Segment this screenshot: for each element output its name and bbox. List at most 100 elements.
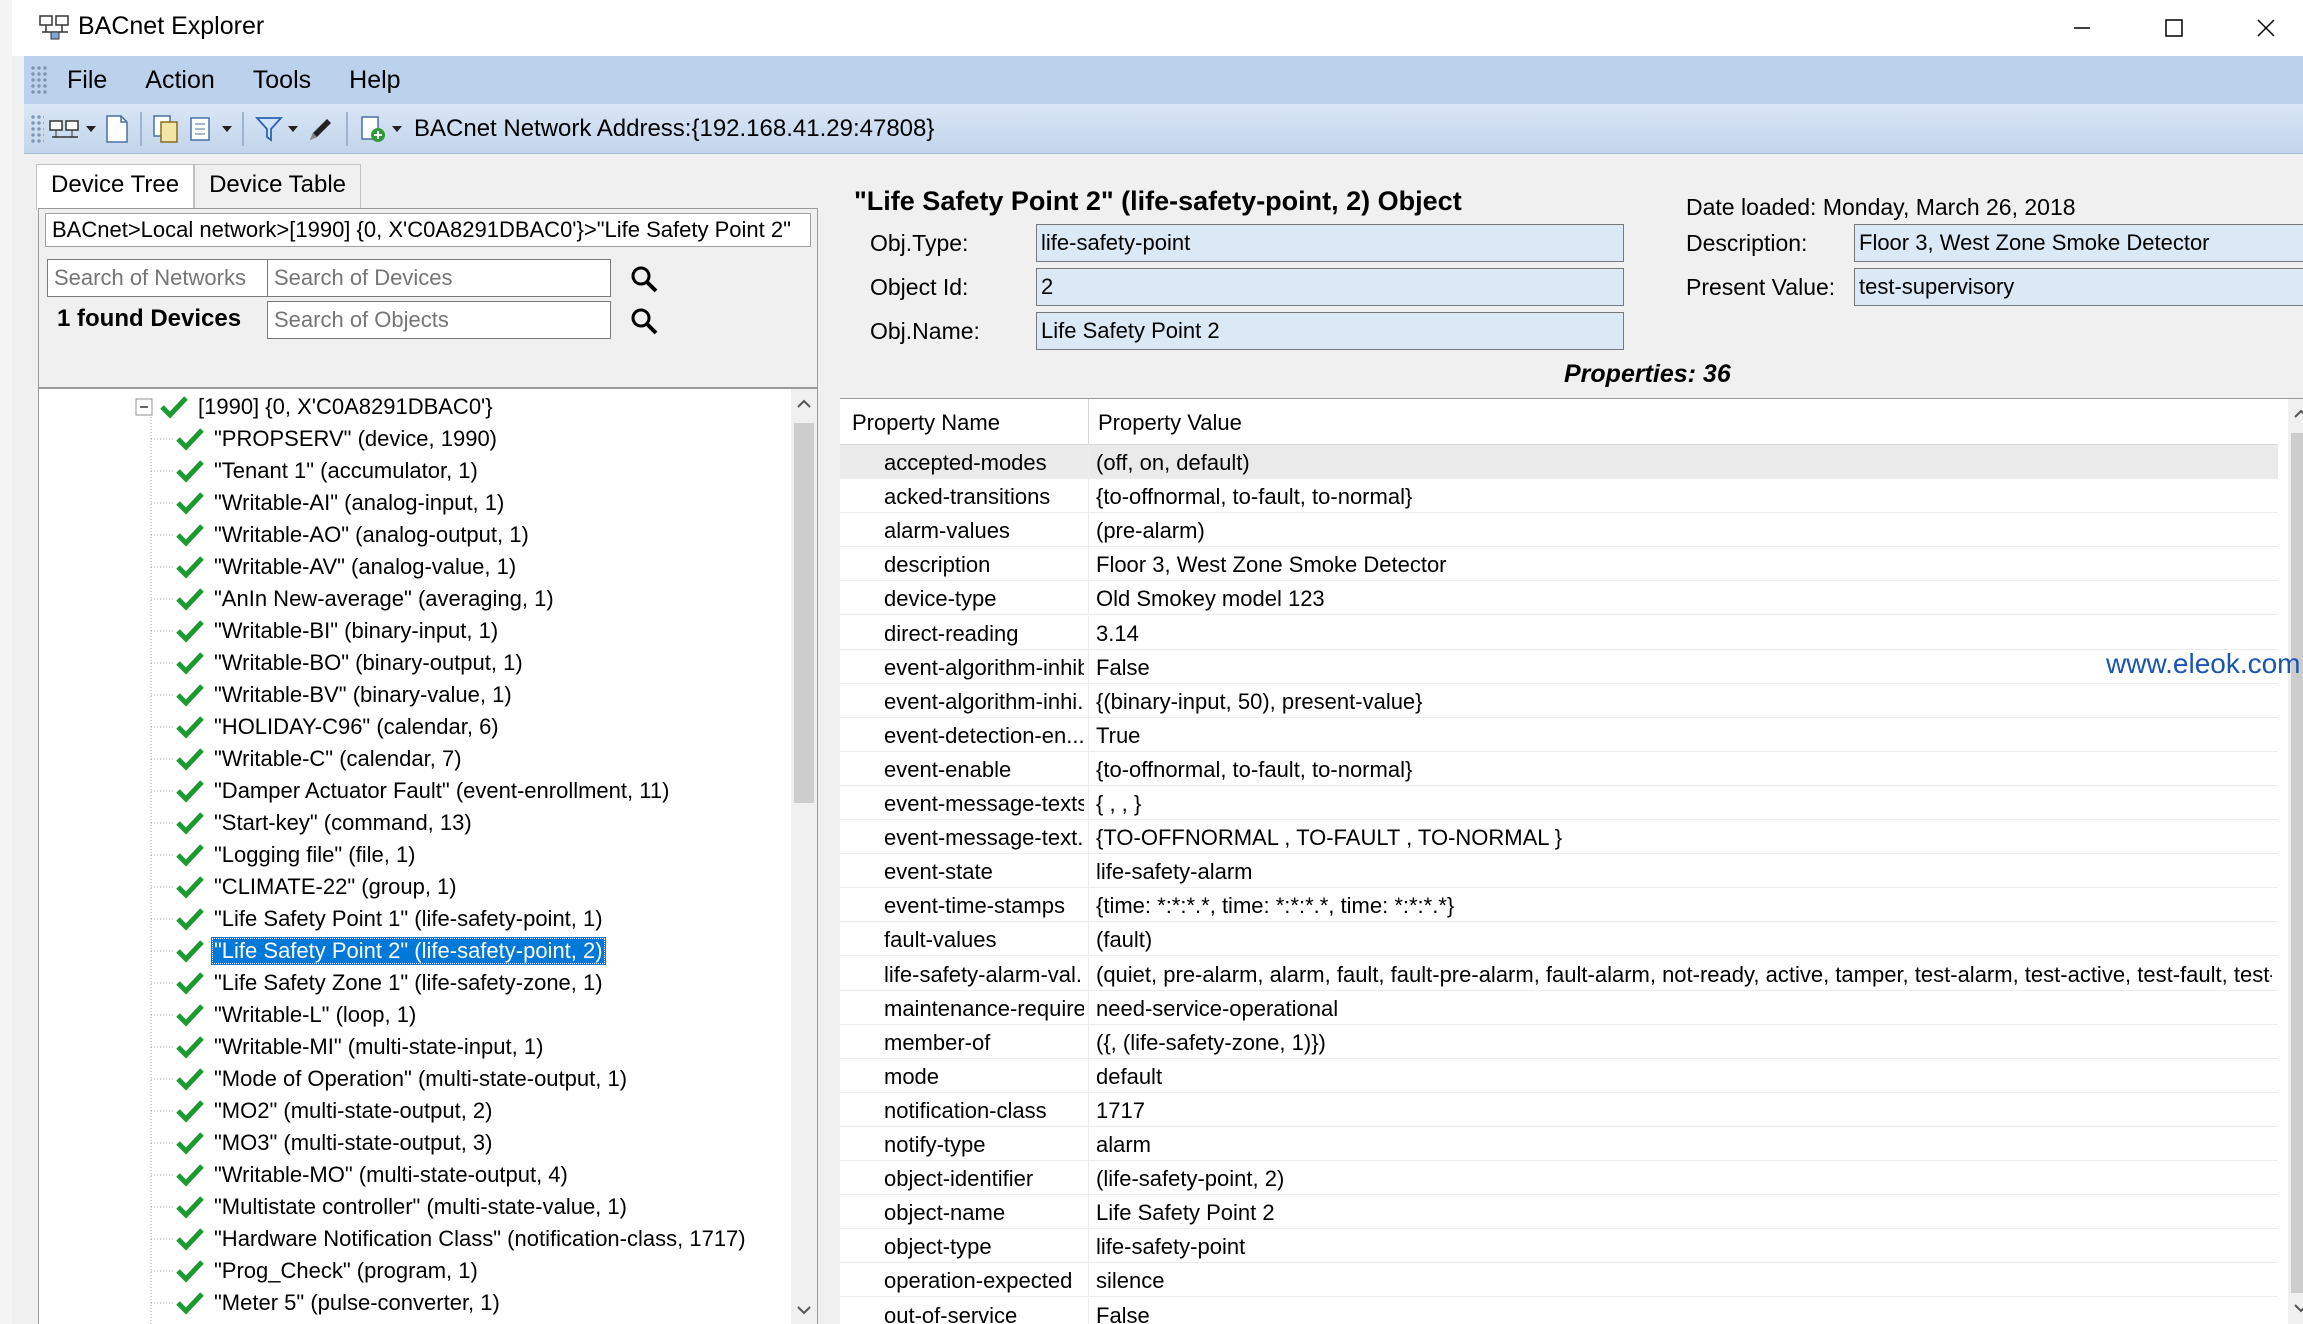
tree-item[interactable]: "Writable-L" (loop, 1) — [175, 999, 419, 1031]
property-value-cell[interactable]: { , , } — [1096, 791, 2272, 817]
tree-item[interactable]: "Writable-AV" (analog-value, 1) — [175, 551, 519, 583]
obj-name-field[interactable]: Life Safety Point 2 — [1036, 312, 1624, 350]
tree-item[interactable]: "Hardware Notification Class" (notificat… — [175, 1223, 749, 1255]
property-value-cell[interactable]: False — [1096, 655, 2272, 681]
tree-item[interactable]: "HOLIDAY-C96" (calendar, 6) — [175, 711, 502, 743]
tree-item[interactable]: "Writable-BV" (binary-value, 1) — [175, 679, 515, 711]
tree-scrollbar[interactable] — [791, 389, 817, 1324]
tree-item[interactable]: "Writable-C" (calendar, 7) — [175, 743, 465, 775]
property-row[interactable]: event-state life-safety-alarm — [840, 854, 2278, 889]
property-value-cell[interactable]: {TO-OFFNORMAL , TO-FAULT , TO-NORMAL } — [1096, 825, 2272, 851]
property-value-cell[interactable]: False — [1096, 1303, 2272, 1324]
search-devices-input[interactable] — [267, 259, 611, 297]
search-objects-input[interactable] — [267, 301, 611, 339]
tree-item[interactable]: "Life Safety Point 1" (life-safety-point… — [175, 903, 606, 935]
column-header-property-value[interactable]: Property Value — [1098, 410, 1242, 436]
property-value-cell[interactable]: default — [1096, 1064, 2272, 1090]
tree-item[interactable]: "Prog_Check" (program, 1) — [175, 1255, 481, 1287]
search-devices-icon[interactable] — [629, 264, 659, 294]
tree-item[interactable]: "MO3" (multi-state-output, 3) — [175, 1127, 495, 1159]
property-row[interactable]: member-of ({, (life-safety-zone, 1)}) — [840, 1024, 2278, 1059]
minimize-button[interactable] — [2036, 0, 2128, 56]
property-row[interactable]: object-identifier (life-safety-point, 2) — [840, 1161, 2278, 1196]
property-row[interactable]: device-type Old Smokey model 123 — [840, 581, 2278, 616]
property-value-cell[interactable]: 1717 — [1096, 1098, 2272, 1124]
tree-item[interactable]: "PROPSERV" (device, 1990) — [175, 423, 500, 455]
property-value-cell[interactable]: {to-offnormal, to-fault, to-normal} — [1096, 484, 2272, 510]
scroll-down-icon[interactable] — [2294, 1301, 2303, 1315]
property-row[interactable]: event-algorithm-inhi... {(binary-input, 5… — [840, 683, 2278, 718]
tab-device-table[interactable]: Device Table — [194, 164, 362, 208]
property-row[interactable]: event-detection-en... True — [840, 717, 2278, 752]
property-row[interactable]: object-type life-safety-point — [840, 1229, 2278, 1264]
grid-scroll-thumb[interactable] — [2291, 433, 2303, 1293]
tree-item[interactable]: "Meter 5" (pulse-converter, 1) — [175, 1287, 503, 1319]
menu-help[interactable]: Help — [330, 66, 419, 95]
column-divider[interactable] — [1088, 399, 1089, 445]
maximize-button[interactable] — [2128, 0, 2220, 56]
property-value-cell[interactable]: {time: *:*:*.*, time: *:*:*.*, time: *:*… — [1096, 893, 2272, 919]
property-value-cell[interactable]: ({, (life-safety-zone, 1)}) — [1096, 1030, 2272, 1056]
property-row[interactable]: event-message-text... {TO-OFFNORMAL , TO-… — [840, 820, 2278, 855]
property-row[interactable]: life-safety-alarm-val... (quiet, pre-alar… — [840, 956, 2278, 991]
copy-button[interactable] — [152, 109, 180, 149]
property-value-cell[interactable]: {to-offnormal, to-fault, to-normal} — [1096, 757, 2272, 783]
property-value-cell[interactable]: Life Safety Point 2 — [1096, 1200, 2272, 1226]
property-value-cell[interactable]: life-safety-point — [1096, 1234, 2272, 1260]
tree-item[interactable]: "AnIn New-average" (averaging, 1) — [175, 583, 557, 615]
property-row[interactable]: fault-values (fault) — [840, 922, 2278, 957]
object-id-field[interactable]: 2 — [1036, 268, 1624, 306]
property-row[interactable]: alarm-values (pre-alarm) — [840, 513, 2278, 548]
grid-scrollbar[interactable] — [2288, 399, 2303, 1324]
edit-button[interactable] — [306, 109, 336, 149]
tree-item[interactable]: "Writable-MI" (multi-state-input, 1) — [175, 1031, 546, 1063]
new-document-button[interactable] — [104, 109, 130, 149]
property-value-cell[interactable]: 3.14 — [1096, 621, 2272, 647]
property-row[interactable]: event-algorithm-inhibit False — [840, 649, 2278, 684]
filter-button[interactable] — [254, 109, 298, 149]
tab-device-tree[interactable]: Device Tree — [36, 164, 195, 210]
collapse-icon[interactable] — [135, 398, 153, 416]
tree-scroll-thumb[interactable] — [794, 423, 814, 803]
add-device-button[interactable] — [358, 109, 402, 149]
tree-item[interactable]: "MO2" (multi-state-output, 2) — [175, 1095, 495, 1127]
property-value-cell[interactable]: life-safety-alarm — [1096, 859, 2272, 885]
property-row[interactable]: out-of-service False — [840, 1297, 2278, 1324]
property-row[interactable]: description Floor 3, West Zone Smoke Dete… — [840, 547, 2278, 582]
tree-root-node[interactable]: [1990] {0, X'C0A8291DBAC0'} — [135, 391, 496, 423]
property-row[interactable]: event-message-texts { , , } — [840, 786, 2278, 820]
tree-item[interactable]: "Life Safety Point 2" (life-safety-point… — [175, 935, 606, 967]
obj-type-field[interactable]: life-safety-point — [1036, 224, 1624, 262]
property-row[interactable]: accepted-modes (off, on, default) — [840, 445, 2278, 479]
tree-item[interactable]: "Logging file" (file, 1) — [175, 839, 419, 871]
property-value-cell[interactable]: (quiet, pre-alarm, alarm, fault, fault-p… — [1096, 962, 2272, 988]
property-row[interactable]: acked-transitions {to-offnormal, to-fault… — [840, 479, 2278, 514]
property-value-cell[interactable]: Old Smokey model 123 — [1096, 586, 2272, 612]
property-row[interactable]: operation-expected silence — [840, 1263, 2278, 1298]
property-value-cell[interactable]: (off, on, default) — [1096, 450, 2272, 476]
present-value-field[interactable]: test-supervisory — [1854, 268, 2303, 306]
property-row[interactable]: event-time-stamps {time: *:*:*.*, time: *… — [840, 888, 2278, 923]
tree-item[interactable]: "Multistate controller" (multi-state-val… — [175, 1191, 630, 1223]
column-header-property-name[interactable]: Property Name — [852, 410, 1000, 436]
property-row[interactable]: notify-type alarm — [840, 1127, 2278, 1161]
property-value-cell[interactable]: silence — [1096, 1268, 2272, 1294]
tree-item[interactable]: "Writable-AO" (analog-output, 1) — [175, 519, 532, 551]
property-value-cell[interactable]: True — [1096, 723, 2272, 749]
discover-network-button[interactable] — [48, 109, 96, 149]
property-row[interactable]: event-enable {to-offnormal, to-fault, to-… — [840, 751, 2278, 786]
property-value-cell[interactable]: alarm — [1096, 1132, 2272, 1158]
tree-item[interactable]: "Mode of Operation" (multi-state-output,… — [175, 1063, 630, 1095]
property-value-cell[interactable]: {(binary-input, 50), present-value} — [1096, 689, 2272, 715]
tree-item[interactable]: "Tenant 1" (accumulator, 1) — [175, 455, 481, 487]
tree-item[interactable]: "Start-key" (command, 13) — [175, 807, 475, 839]
tree-item[interactable]: "Life Safety Zone 1" (life-safety-zone, … — [175, 967, 606, 999]
property-row[interactable]: direct-reading 3.14 — [840, 615, 2278, 650]
tree-item[interactable]: "Writable-MO" (multi-state-output, 4) — [175, 1159, 571, 1191]
menu-action[interactable]: Action — [126, 66, 233, 95]
property-row[interactable]: object-name Life Safety Point 2 — [840, 1195, 2278, 1230]
description-field[interactable]: Floor 3, West Zone Smoke Detector — [1854, 224, 2303, 262]
menu-file[interactable]: File — [48, 66, 126, 95]
property-row[interactable]: notification-class 1717 — [840, 1092, 2278, 1127]
menu-tools[interactable]: Tools — [234, 66, 330, 95]
